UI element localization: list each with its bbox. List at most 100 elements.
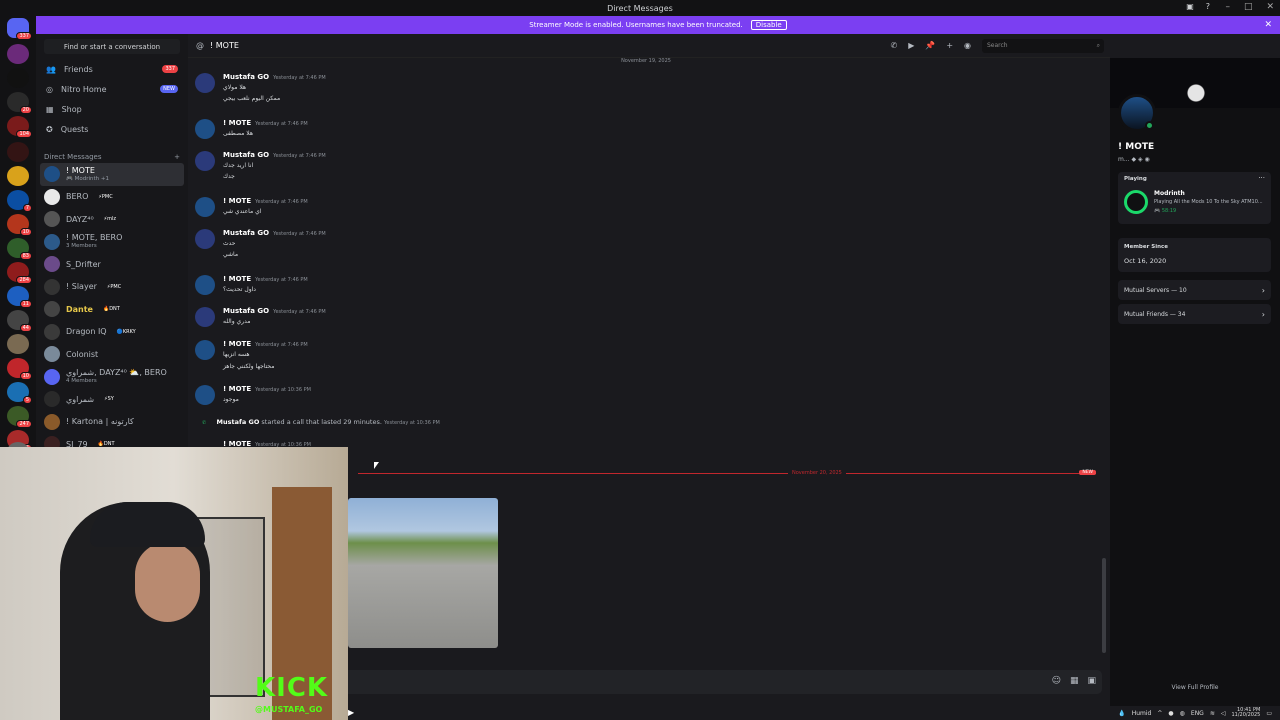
server-icon[interactable]: [7, 44, 29, 64]
author[interactable]: ! MOTE: [223, 275, 251, 283]
dm-name: شمراوي: [66, 394, 95, 404]
inbox-icon[interactable]: ▣: [1186, 2, 1194, 11]
message-line: هلا مصطفى: [223, 130, 254, 137]
nav-label: Nitro Home: [60, 84, 107, 94]
dm-item[interactable]: Colonist: [36, 343, 188, 366]
author[interactable]: Mustafa GO: [223, 229, 269, 237]
server-icon[interactable]: 284: [7, 262, 32, 284]
server-icon[interactable]: 83: [7, 238, 32, 260]
minimize-button[interactable]: –: [1225, 2, 1230, 12]
lang-indicator[interactable]: ENG: [1191, 710, 1204, 717]
timestamp: Yesterday at 7:46 PM: [255, 277, 308, 283]
server-icon[interactable]: [7, 68, 29, 88]
dm-item[interactable]: BERO ⚡PMC: [36, 186, 188, 209]
game-detail: Playing All the Mods 10 To the Sky ATM10…: [1154, 199, 1263, 205]
server-icon[interactable]: 11: [7, 286, 32, 308]
video-icon[interactable]: ▶: [908, 41, 914, 50]
volume-icon[interactable]: ◁: [1221, 710, 1226, 717]
author[interactable]: Mustafa GO: [223, 73, 269, 81]
chat-scrollbar[interactable]: [1102, 558, 1106, 653]
tray-overflow-icon[interactable]: ^: [1157, 710, 1162, 717]
home-button[interactable]: 337: [7, 18, 32, 40]
create-dm-icon[interactable]: +: [174, 153, 180, 161]
author[interactable]: ! MOTE: [223, 385, 251, 393]
timestamp: Yesterday at 10:36 PM: [255, 387, 311, 393]
apps-icon[interactable]: ▣: [1087, 676, 1096, 686]
emoji-icon[interactable]: ☺: [1052, 676, 1061, 686]
network-icon[interactable]: ◍: [1180, 710, 1185, 717]
search-input[interactable]: Search ⌕: [982, 38, 1104, 53]
more-icon[interactable]: ···: [1258, 174, 1265, 182]
avatar: [195, 229, 215, 249]
close-window-button[interactable]: ✕: [1266, 2, 1274, 12]
screenshot-attachment[interactable]: [348, 498, 498, 648]
mic-icon[interactable]: ●: [1168, 710, 1173, 717]
server-icon[interactable]: 247: [7, 406, 32, 428]
chevron-right-icon: ›: [1261, 285, 1265, 295]
dm-header-label: Direct Messages: [44, 153, 102, 161]
message-line: ماشي: [223, 251, 239, 258]
dm-item-mote[interactable]: ! MOTE 🎮 Modrinth +1: [40, 163, 184, 186]
server-icon[interactable]: [7, 166, 29, 186]
server-icon[interactable]: 20: [7, 92, 32, 114]
dm-name: Dante: [66, 304, 93, 314]
dm-item[interactable]: DAYZ⁴⁰ ⚡mlz: [36, 208, 188, 231]
message-line: مدري والله: [223, 318, 251, 325]
find-conversation-button[interactable]: Find or start a conversation: [44, 39, 180, 54]
member-since-date: Oct 16, 2020: [1124, 257, 1167, 265]
play-icon[interactable]: ▶: [348, 708, 354, 717]
server-icon[interactable]: [7, 142, 29, 162]
add-friend-icon[interactable]: +: [946, 41, 953, 50]
clock[interactable]: 10:41 PM 11/20/2025: [1232, 708, 1261, 718]
dm-status: 🎮 Modrinth +1: [66, 175, 109, 182]
dm-item[interactable]: ! Slayer ⚡PMC: [36, 276, 188, 299]
chevron-right-icon: ›: [1261, 309, 1265, 319]
pin-icon[interactable]: 📌: [925, 41, 935, 50]
server-icon[interactable]: 10: [7, 214, 32, 236]
mutual-servers-row[interactable]: Mutual Servers — 10 ›: [1118, 280, 1271, 300]
dm-item[interactable]: Dante 🔥DNT: [36, 298, 188, 321]
author[interactable]: Mustafa GO: [223, 151, 269, 159]
dm-item[interactable]: Dragon IQ 🔵KRKY: [36, 321, 188, 344]
dm-item[interactable]: شمراوي, DAYZ⁴⁰ ⛅, BERO 4 Members: [36, 366, 188, 389]
author[interactable]: ! MOTE: [223, 340, 251, 348]
profile-toggle-icon[interactable]: ◉: [964, 41, 971, 50]
dm-item[interactable]: S_Drifter: [36, 253, 188, 276]
author[interactable]: ! MOTE: [223, 119, 251, 127]
guild-badge: 10: [19, 228, 32, 236]
server-icon[interactable]: 5: [7, 382, 32, 404]
channel-name: ! MOTE: [210, 41, 239, 50]
dm-item[interactable]: ! Kartona | كارتونه: [36, 411, 188, 434]
dm-item[interactable]: ! MOTE, BERO 3 Members: [36, 231, 188, 254]
sticker-icon[interactable]: ▦: [1070, 676, 1079, 686]
server-icon[interactable]: 10: [7, 358, 32, 380]
dm-tag: 🔵KRKY: [116, 328, 136, 335]
nav-quests[interactable]: ✪ Quests: [36, 119, 188, 139]
close-banner-icon[interactable]: ✕: [1264, 20, 1272, 30]
shop-icon: ▦: [46, 104, 54, 114]
nav-nitro-home[interactable]: ◎ Nitro Home NEW: [36, 79, 188, 99]
nav-shop[interactable]: ▦ Shop: [36, 99, 188, 119]
view-full-profile-link[interactable]: View Full Profile: [1110, 684, 1280, 691]
call-author[interactable]: Mustafa GO: [217, 418, 260, 426]
disable-streamer-button[interactable]: Disable: [750, 20, 787, 30]
call-time: Yesterday at 10:36 PM: [384, 420, 440, 426]
help-icon[interactable]: ?: [1206, 2, 1210, 11]
notifications-icon[interactable]: ▭: [1266, 710, 1272, 717]
server-icon[interactable]: 104: [7, 116, 32, 138]
nav-friends[interactable]: 👥 Friends 337: [36, 59, 188, 79]
wifi-icon[interactable]: ≋: [1210, 710, 1215, 717]
dm-item[interactable]: شمراوي ⚡SY: [36, 388, 188, 411]
author[interactable]: Mustafa GO: [223, 307, 269, 315]
server-icon[interactable]: 7: [7, 190, 32, 212]
server-icon[interactable]: 44: [7, 310, 32, 332]
author[interactable]: ! MOTE: [223, 197, 251, 205]
mutual-friends-row[interactable]: Mutual Friends — 34 ›: [1118, 304, 1271, 324]
at-icon: @: [196, 41, 204, 50]
modrinth-icon: [1124, 190, 1148, 214]
maximize-button[interactable]: □: [1244, 2, 1253, 12]
guild-badge: 20: [19, 106, 32, 114]
call-icon[interactable]: ✆: [890, 41, 897, 50]
profile-avatar[interactable]: [1118, 94, 1156, 132]
server-icon[interactable]: [7, 334, 29, 354]
